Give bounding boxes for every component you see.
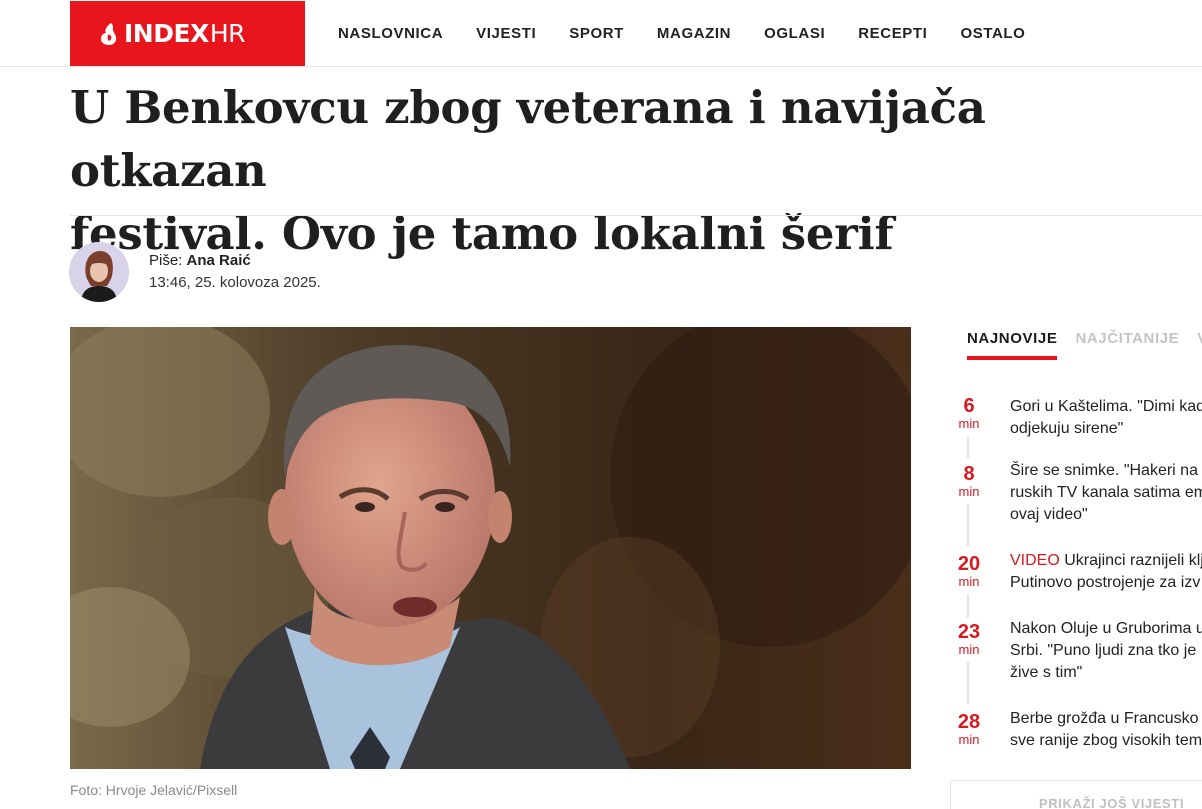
flame-logo-icon (101, 22, 117, 45)
timeline-line (967, 504, 969, 546)
nav-item-vijesti[interactable]: VIJESTI (476, 25, 536, 42)
tab-najnovije[interactable]: NAJNOVIJE (967, 330, 1058, 360)
news-headline[interactable]: Nakon Oluje u Gruborima u Srbi. "Puno lju… (1010, 618, 1202, 684)
news-headline[interactable]: Berbe grožđa u Francusko sve ranije zbog … (1010, 708, 1202, 752)
news-headline[interactable]: VIDEO Ukrajinci raznijeli klj Putinovo po… (1010, 550, 1202, 594)
article-title: U Benkovcu zbog veterana i navijača otka… (70, 81, 986, 260)
timeline-line (967, 594, 969, 618)
article-photo (70, 327, 911, 769)
news-time: 6 min (958, 395, 980, 431)
nav-item-sport[interactable]: SPORT (569, 25, 624, 42)
author-avatar[interactable] (69, 242, 129, 302)
logo-text: INDEXHR (124, 19, 246, 48)
sidebar-tabs: NAJNOVIJE NAJČITANIJE V (967, 330, 1202, 360)
tab-third[interactable]: V (1197, 330, 1202, 360)
tab-najcitanije[interactable]: NAJČITANIJE (1075, 330, 1179, 360)
site-logo[interactable]: INDEXHR (70, 1, 305, 66)
main-nav: NASLOVNICA VIJESTI SPORT MAGAZIN OGLASI … (338, 0, 1058, 67)
timeline-line (967, 662, 969, 704)
nav-item-ostalo[interactable]: OSTALO (960, 25, 1025, 42)
news-time: 8 min (958, 463, 980, 499)
nav-item-magazin[interactable]: MAGAZIN (657, 25, 731, 42)
author-byline: Piše: Ana Raić (149, 252, 251, 269)
news-headline[interactable]: Šire se snimke. "Hakeri na ruskih TV kana… (1010, 460, 1202, 526)
author-name[interactable]: Ana Raić (187, 252, 251, 269)
site-header: INDEXHR NASLOVNICA VIJESTI SPORT MAGAZIN… (0, 0, 1202, 67)
video-tag: VIDEO (1010, 552, 1060, 569)
photo-caption: Foto: Hrvoje Jelavić/Pixsell (70, 782, 238, 798)
news-time: 28 min (957, 711, 981, 747)
nav-item-recepti[interactable]: RECEPTI (858, 25, 927, 42)
news-headline[interactable]: Gori u Kaštelima. "Dimi kad odjekuju sire… (1010, 396, 1202, 440)
show-more-label: PRIKAŽI JOŠ VIJESTI (1039, 796, 1185, 809)
timeline-line (967, 436, 969, 458)
news-time: 23 min (957, 621, 981, 657)
nav-item-oglasi[interactable]: OGLASI (764, 25, 825, 42)
nav-item-naslovnica[interactable]: NASLOVNICA (338, 25, 443, 42)
publish-date: 13:46, 25. kolovoza 2025. (149, 274, 321, 291)
news-time: 20 min (957, 553, 981, 589)
title-divider (70, 215, 1202, 216)
show-more-button[interactable]: PRIKAŽI JOŠ VIJESTI (950, 780, 1202, 809)
